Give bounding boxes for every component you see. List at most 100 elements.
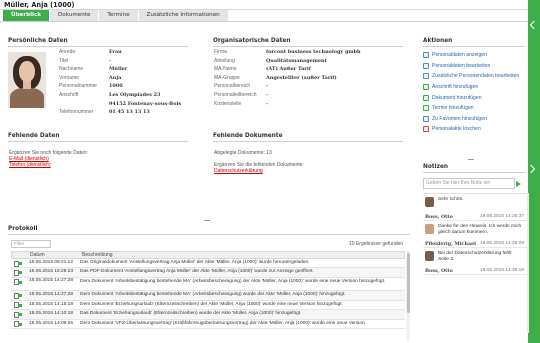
value-anschrift-city: 94152 Fontenay-sous-Bois — [109, 100, 182, 107]
value-abteilung: Qualitätsmanagement — [266, 57, 327, 64]
value-anrede: Frau — [109, 49, 122, 55]
personal-data-list: Anrede Frau Titel - Nachname Müller Vorn… — [59, 49, 181, 115]
value-vorname: Anja — [109, 74, 122, 81]
section-title-protocol: Protokoll — [8, 226, 410, 235]
section-title-missing-data: Fehlende Daten — [8, 133, 188, 142]
document-icon — [11, 320, 25, 328]
label-anrede: Anrede — [59, 49, 76, 55]
value-titel: - — [109, 57, 112, 64]
protocol-scrollbar[interactable] — [406, 251, 410, 341]
table-header: Datum Beschreibung — [11, 251, 405, 259]
note-item: Bei der Datenschutzerklärung fehlt Seite… — [423, 248, 527, 275]
table-row[interactable]: 18.05.2015 14:27:28 Dem Dokument 'Arbeit… — [11, 291, 405, 301]
note-date: 19.05.2015 14:26:09 — [479, 241, 524, 246]
column-header-description[interactable]: Beschreibung — [81, 252, 404, 258]
action-view-personal-data[interactable]: Personaldaten anzeigen — [423, 50, 519, 61]
document-icon — [11, 278, 25, 291]
collapse-chevron-icon[interactable] — [529, 20, 539, 30]
tab-bar: Überblick Dokumente Termine Zusätzliche … — [3, 10, 229, 21]
document-icon — [11, 268, 25, 276]
favorite-add-icon — [423, 115, 429, 122]
value-ma-gruppe: Angestellter (außer Tarif) — [266, 74, 337, 81]
action-edit-extra-data[interactable]: Zusätzliche Personendaten bearbeiten — [423, 71, 519, 82]
label-firma: Firma — [214, 49, 227, 55]
action-delete-file[interactable]: Personalakte löschen — [423, 124, 519, 135]
note-author: Pfleiderig, Michael — [425, 241, 476, 247]
notes-scrollbar[interactable] — [527, 193, 529, 333]
action-add-document[interactable]: Dokument hinzufügen — [423, 92, 519, 103]
tab-zusaetzliche-informationen[interactable]: Zusätzliche Informationen — [138, 10, 229, 21]
edit-icon — [423, 62, 429, 69]
label-kostenstelle: Kostenstelle — [214, 100, 242, 107]
tab-termine[interactable]: Termine — [99, 10, 139, 21]
missing-datenschutz-link[interactable]: Datenschutzerklärung — [214, 168, 263, 174]
filter-input[interactable]: Filter — [11, 240, 51, 248]
note-date: 19.05.2015 14:25:18 — [479, 268, 524, 273]
document-icon — [11, 310, 25, 318]
label-anschrift-blank — [59, 101, 109, 107]
table-row[interactable]: 18.05.2015 14:10:18 Das Dokument 'Erzieh… — [11, 310, 405, 320]
action-add-appointment[interactable]: Termin hinzufügen — [423, 103, 519, 114]
action-edit-personal-data[interactable]: Personaldaten bearbeiten — [423, 61, 519, 72]
expand-chevron-icon[interactable] — [526, 164, 536, 174]
table-row[interactable]: 18.05.2015 14:27:28 Dem Dokument 'Arbeit… — [11, 278, 405, 292]
window-titlebar: Müller, Anja (1000) — [0, 0, 528, 10]
section-title-personal: Persönliche Daten — [8, 38, 188, 47]
result-count: 10 Ergebnisse gefunden — [349, 241, 404, 247]
label-vorname: Vorname — [59, 74, 80, 81]
employee-photo — [8, 52, 46, 108]
delete-icon — [423, 126, 429, 133]
value-personalteilbereich: - — [266, 91, 269, 98]
tab-underline — [0, 21, 528, 22]
stored-documents-count: Abgelegte Dokumente: 13 — [214, 150, 272, 156]
note-item: Danke für den Hinweis. Ich werde mich gl… — [423, 221, 527, 248]
tab-dokumente[interactable]: Dokumente — [49, 10, 100, 21]
tab-ueberblick[interactable]: Überblick — [3, 10, 50, 21]
value-personalnummer: 1000 — [109, 83, 123, 90]
section-title-actions: Aktionen — [423, 38, 525, 47]
section-title-org: Organisatorische Daten — [213, 38, 403, 47]
splitter-handle[interactable] — [204, 220, 210, 221]
note-input[interactable]: Geben Sie hier Ihre Notiz ein — [423, 178, 515, 189]
value-personalbereich: - — [266, 83, 269, 90]
label-personalteilbereich: Personalteilbereich — [214, 91, 257, 98]
value-kostenstelle: - — [266, 100, 269, 107]
document-add-icon — [423, 94, 429, 101]
column-header-date[interactable]: Datum — [26, 252, 81, 258]
window-title: Müller, Anja (1000) — [4, 1, 75, 9]
label-telefonnummer: Telefonnummer — [59, 109, 94, 116]
address-add-icon — [423, 84, 429, 91]
notes-list: Sehr schön. Boss, Otto 19.05.2015 14:26:… — [423, 193, 527, 333]
label-ma-gruppe: MA-Gruppe — [214, 74, 240, 81]
document-icon — [11, 259, 25, 267]
label-personalnummer: Personalnummer — [59, 83, 98, 90]
label-abteilung: Abteilung — [214, 57, 235, 64]
avatar — [425, 197, 434, 207]
table-row[interactable]: 15.06.2015 09:21:12 Das Originaldokument… — [11, 259, 405, 269]
note-author: Boss, Otto — [425, 268, 453, 274]
label-anschrift: Anschrift — [59, 91, 79, 98]
avatar — [425, 251, 434, 261]
table-row[interactable]: 15.06.2015 15:28:23 Das PDF-Dokument 'An… — [11, 268, 405, 278]
label-titel: Titel — [59, 57, 69, 64]
action-add-favorite[interactable]: Zu Favoriten hinzufügen — [423, 114, 519, 125]
section-title-notes: Notizen — [423, 164, 525, 173]
splitter-handle[interactable] — [468, 159, 474, 160]
note-date: 19.05.2015 14:26:37 — [479, 214, 524, 219]
side-panel-strip[interactable] — [526, 0, 540, 343]
section-title-missing-docs: Fehlende Dokumente — [213, 133, 403, 142]
label-personalbereich: Personalbereich — [214, 83, 251, 90]
value-ma-name: (AT) Außer Tarif — [266, 66, 311, 73]
table-row[interactable]: 18.05.2015 14:09:26 Dem Dokument 'VPZ-Üb… — [11, 320, 405, 329]
missing-phone-link[interactable]: Telefon (dienstlich) — [9, 162, 51, 168]
action-add-address[interactable]: Anschrift hinzufügen — [423, 82, 519, 93]
note-author: Boss, Otto — [425, 214, 453, 220]
view-icon — [423, 52, 429, 59]
calendar-add-icon — [423, 105, 429, 112]
document-icon — [11, 291, 25, 299]
org-data-list: Firma forcont business technology gmbh A… — [214, 49, 361, 107]
send-note-icon[interactable] — [516, 181, 521, 187]
table-row[interactable]: 18.05.2015 14:15:18 Dem Dokument 'Erzieh… — [11, 301, 405, 311]
label-ma-name: MA-Name — [214, 66, 237, 73]
scroll-thumb[interactable] — [406, 253, 410, 313]
